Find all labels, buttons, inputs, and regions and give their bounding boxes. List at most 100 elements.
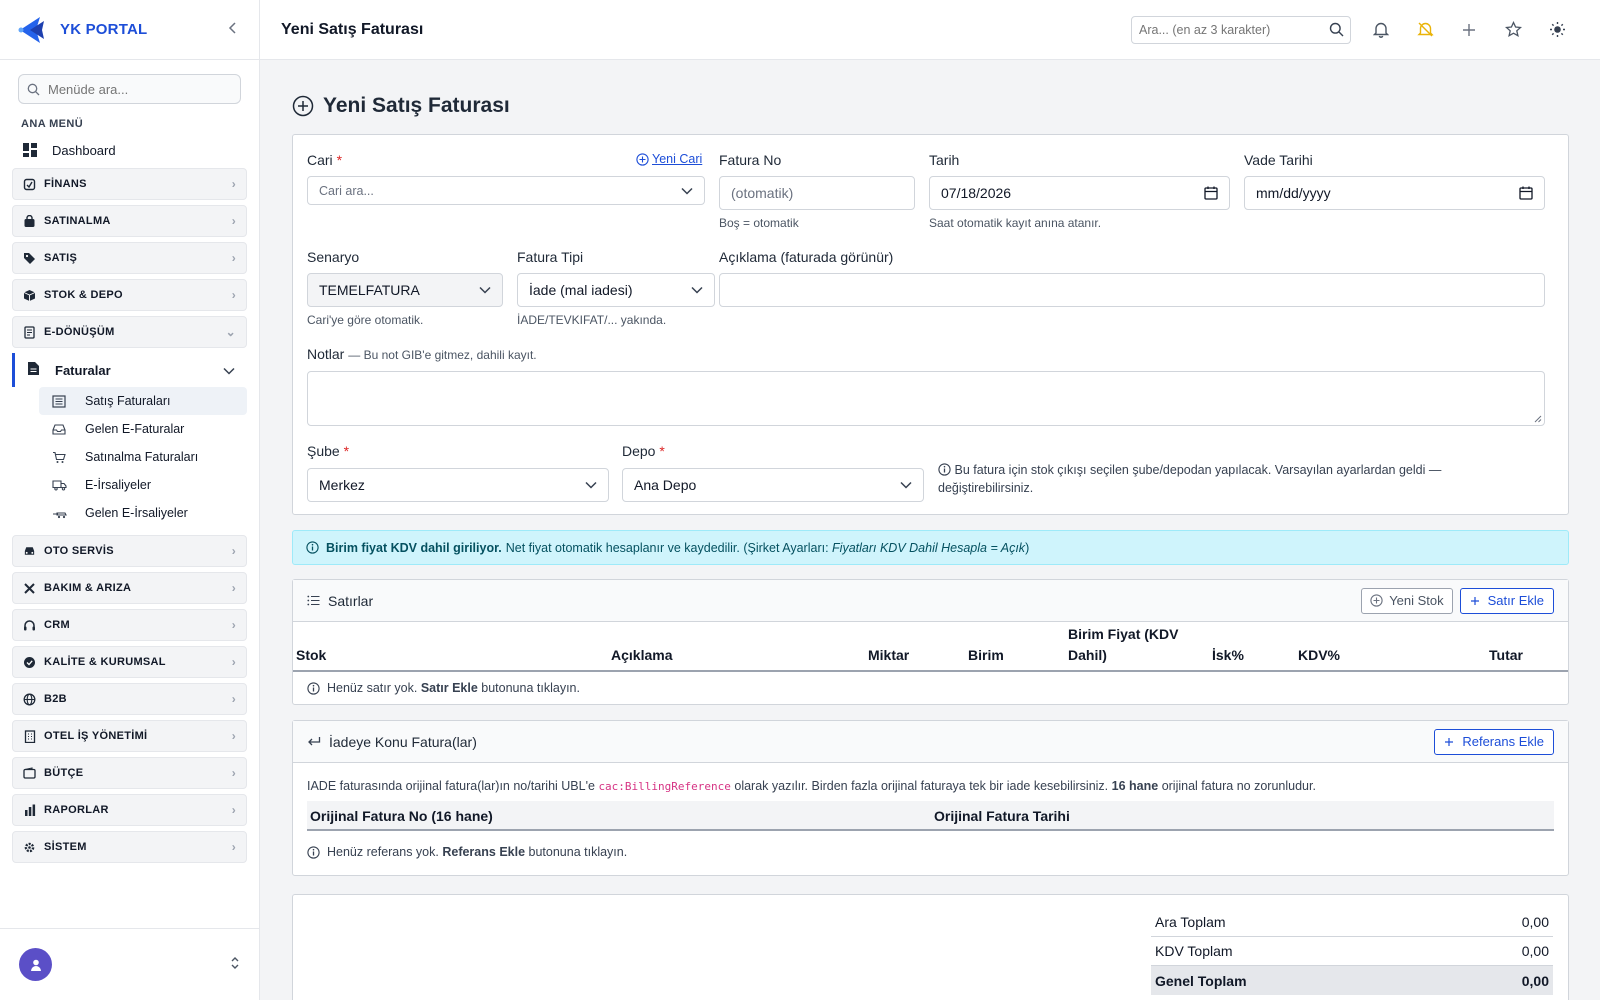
sidebar-group-satis[interactable]: SATIŞ › xyxy=(12,242,247,274)
references-empty-message: Henüz referans yok. Referans Ekle butonu… xyxy=(293,836,1568,868)
empty-bold: Satır Ekle xyxy=(420,681,478,695)
sidebar-group-oto-servis[interactable]: OTO SERVİS › xyxy=(12,535,247,567)
expand-user-menu-button[interactable] xyxy=(230,956,240,973)
ref-desc-code: cac:BillingReference xyxy=(598,780,731,793)
add-reference-button[interactable]: Referans Ekle xyxy=(1434,728,1554,755)
sidebar-group-finans[interactable]: FİNANS › xyxy=(12,168,247,200)
tarih-value: 07/18/2026 xyxy=(941,185,1012,201)
finance-icon xyxy=(23,178,36,191)
depo-select[interactable]: Ana Depo xyxy=(622,468,924,502)
sidebar-item-gelen-e-faturalar[interactable]: Gelen E-Faturalar xyxy=(39,415,247,443)
dashboard-icon xyxy=(23,143,37,157)
calendar-icon[interactable] xyxy=(1204,186,1218,200)
cari-select[interactable]: Cari ara... xyxy=(307,176,705,205)
theme-toggle-button[interactable] xyxy=(1535,21,1579,38)
add-button[interactable] xyxy=(1447,23,1491,37)
ref-desc-mid: olarak yazılır. Birden fazla orijinal fa… xyxy=(734,779,1109,793)
chevron-right-icon: › xyxy=(231,692,236,706)
fatura-tipi-select[interactable]: İade (mal iadesi) xyxy=(517,273,715,307)
sidebar-group-sistem[interactable]: SİSTEM › xyxy=(12,831,247,863)
chevron-down-icon xyxy=(691,286,703,294)
menu-search-input[interactable] xyxy=(48,81,232,97)
chevron-right-icon: › xyxy=(231,618,236,632)
column-header: KDV% xyxy=(1298,647,1341,663)
chevron-right-icon: › xyxy=(231,214,236,228)
sidebar-group-bakim-ariza[interactable]: BAKIM & ARIZA › xyxy=(12,572,247,604)
global-search[interactable] xyxy=(1131,15,1351,44)
section-title: ANA MENÜ xyxy=(21,118,84,130)
sube-value: Merkez xyxy=(319,477,365,493)
lines-card-header: Satırlar Yeni Stok Satır Ekle xyxy=(293,580,1568,622)
notlar-label-text: Notlar xyxy=(307,346,345,362)
mute-notifications-button[interactable] xyxy=(1403,21,1447,38)
bell-slash-icon xyxy=(1416,22,1434,37)
receipt-icon xyxy=(51,394,67,408)
new-stock-button[interactable]: Yeni Stok xyxy=(1361,587,1453,614)
sidebar-group-crm[interactable]: CRM › xyxy=(12,609,247,641)
sidebar-submenu-faturalar[interactable]: Faturalar xyxy=(12,353,247,387)
sidebar-item-satis-faturalari[interactable]: Satış Faturaları xyxy=(39,387,247,415)
sube-select[interactable]: Merkez xyxy=(307,468,609,502)
tarih-input[interactable]: 07/18/2026 xyxy=(929,176,1230,210)
senaryo-select[interactable]: TEMELFATURA xyxy=(307,273,503,307)
required-marker: * xyxy=(659,443,665,459)
sidebar-group-label: E-DÖNÜŞÜM xyxy=(44,326,115,338)
required-marker: * xyxy=(336,152,343,168)
references-table-header: Orijinal Fatura No (16 hane) Orijinal Fa… xyxy=(307,801,1554,831)
sidebar-group-kalite-kurumsal[interactable]: KALİTE & KURUMSAL › xyxy=(12,646,247,678)
sidebar-item-label: Gelen E-İrsaliyeler xyxy=(85,506,188,520)
sidebar-group-label: SATINALMA xyxy=(44,215,111,227)
sidebar-group-butce[interactable]: BÜTÇE › xyxy=(12,757,247,789)
column-header: Orijinal Fatura Tarihi xyxy=(934,808,1070,824)
favorites-button[interactable] xyxy=(1491,21,1535,38)
sidebar-item-label: Gelen E-Faturalar xyxy=(85,422,185,436)
cari-label-text: Cari xyxy=(307,152,333,168)
globe-icon xyxy=(23,693,36,706)
sidebar-item-satinalma-faturalari[interactable]: Satınalma Faturaları xyxy=(39,443,247,471)
lines-table-header: Stok Açıklama Miktar Birim Birim Fiyat (… xyxy=(293,622,1568,672)
chevron-right-icon: › xyxy=(231,803,236,817)
sidebar-item-dashboard[interactable]: Dashboard xyxy=(0,136,259,164)
sidebar: YK PORTAL ANA MENÜ Dashboard FİNANS › SA… xyxy=(0,0,260,1000)
depo-label-text: Depo xyxy=(622,443,656,459)
box-icon xyxy=(23,289,36,302)
fatura-no-input[interactable]: (otomatik) xyxy=(719,176,915,210)
ref-desc-bold: 16 hane xyxy=(1111,779,1159,793)
chevron-right-icon: › xyxy=(231,251,236,265)
avatar[interactable] xyxy=(19,948,52,981)
column-header: Birim Fiyat (KDV Dahil) xyxy=(1068,626,1179,663)
calendar-icon[interactable] xyxy=(1519,186,1533,200)
sidebar-group-stok-depo[interactable]: STOK & DEPO › xyxy=(12,279,247,311)
references-card-header: İadeye Konu Fatura(lar) Referans Ekle xyxy=(293,721,1568,763)
sidebar-item-e-irsaliyeler[interactable]: E-İrsaliyeler xyxy=(39,471,247,499)
sidebar-group-raporlar[interactable]: RAPORLAR › xyxy=(12,794,247,826)
resize-handle-icon[interactable] xyxy=(1534,415,1542,423)
chevron-right-icon: › xyxy=(231,288,236,302)
references-card-title: İadeye Konu Fatura(lar) xyxy=(329,733,477,750)
sidebar-item-gelen-e-irsaliyeler[interactable]: Gelen E-İrsaliyeler xyxy=(39,499,247,527)
lines-card-title: Satırlar xyxy=(328,592,374,609)
notifications-button[interactable] xyxy=(1359,21,1403,38)
chevron-down-icon: ⌄ xyxy=(225,325,236,339)
plus-icon xyxy=(1445,737,1454,746)
notlar-textarea[interactable] xyxy=(307,371,1545,426)
chevron-left-icon xyxy=(228,22,236,34)
menu-search[interactable] xyxy=(18,74,241,104)
sidebar-group-otel-is-yonetimi[interactable]: OTEL İŞ YÖNETİMİ › xyxy=(12,720,247,752)
sidebar-item-label: Satınalma Faturaları xyxy=(85,450,199,464)
sidebar-item-label: Satış Faturaları xyxy=(85,394,171,408)
chevron-down-icon xyxy=(900,481,912,489)
add-row-button[interactable]: Satır Ekle xyxy=(1459,587,1554,614)
bar-chart-icon xyxy=(23,804,36,817)
new-cari-link[interactable]: Yeni Cari xyxy=(636,152,702,166)
sidebar-group-satinalma[interactable]: SATINALMA › xyxy=(12,205,247,237)
sidebar-group-b2b[interactable]: B2B › xyxy=(12,683,247,715)
vade-input[interactable]: mm/dd/yyyy xyxy=(1244,176,1545,210)
aciklama-input[interactable] xyxy=(719,273,1545,307)
collapse-sidebar-button[interactable] xyxy=(223,19,243,40)
global-search-input[interactable] xyxy=(1139,22,1329,37)
cart-icon xyxy=(51,451,67,464)
sidebar-group-e-donusum[interactable]: E-DÖNÜŞÜM ⌄ xyxy=(12,316,247,348)
new-stock-button-label: Yeni Stok xyxy=(1389,593,1444,608)
topbar-title: Yeni Satış Faturası xyxy=(281,20,424,38)
